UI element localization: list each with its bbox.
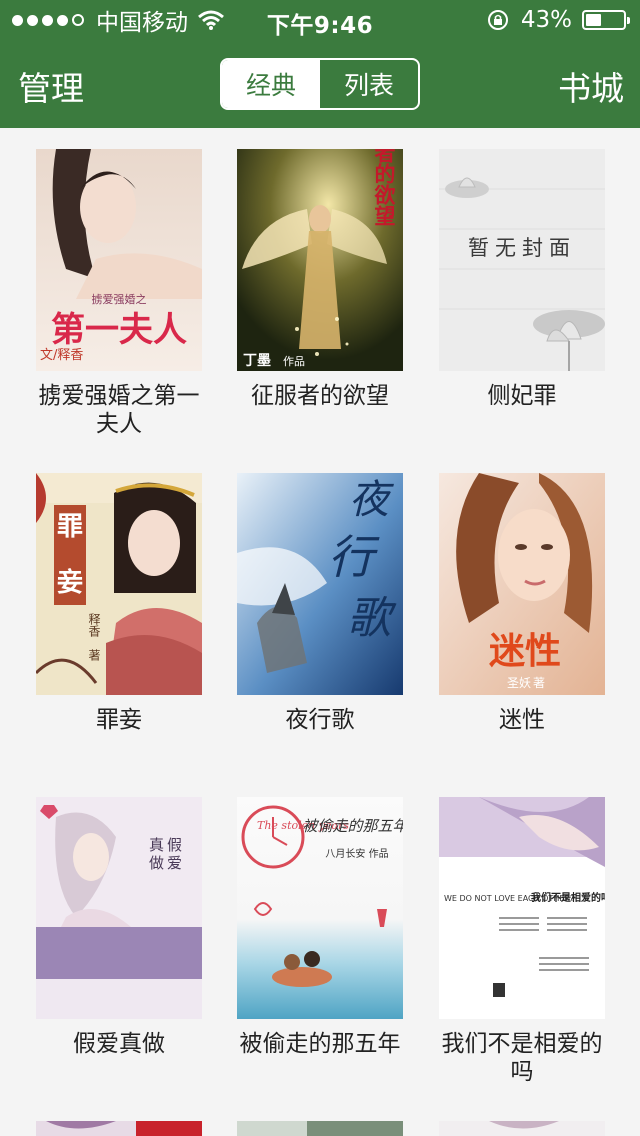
- book-cover[interactable]: WE DO NOT LOVE EACH OTHER？ 我们不是相爱的吗: [439, 797, 605, 1019]
- cover-text: 迷性: [489, 631, 561, 672]
- cover-text: 行: [328, 530, 380, 584]
- cover-text: 作品: [283, 355, 305, 368]
- cover-text: 夜: [349, 477, 394, 523]
- book-cover[interactable]: 迷性 圣妖 著: [439, 473, 605, 695]
- book-cover[interactable]: 征服者的欲望 丁墨 作品: [237, 149, 403, 371]
- cover-text: 文/释香: [40, 348, 83, 363]
- book-title[interactable]: 侧妃罪: [434, 382, 610, 410]
- cover-text: 第一夫人: [51, 310, 187, 350]
- book-cover[interactable]: 夜 行 歌: [237, 473, 403, 695]
- cover-text: 罪: [57, 512, 83, 542]
- book-cover-partial[interactable]: [36, 1121, 202, 1136]
- book-title[interactable]: 假爱真做: [31, 1030, 207, 1058]
- bookstore-button[interactable]: 书城: [558, 62, 624, 110]
- cover-text: 八月长安 作品: [325, 847, 388, 860]
- book-title[interactable]: 罪妾: [31, 706, 207, 734]
- book-title[interactable]: 迷性: [434, 706, 610, 734]
- cover-text: 掳爱强婚之: [92, 292, 147, 306]
- book-title[interactable]: 我们不是相爱的吗: [434, 1030, 610, 1086]
- cover-text: 被偷走的那五年: [302, 817, 403, 835]
- rotation-lock-icon: [487, 10, 508, 30]
- cover-text: 妾: [57, 567, 83, 598]
- cover-text: 做: [147, 855, 165, 870]
- cover-text: 征服者的欲望: [372, 149, 397, 226]
- cover-text: 著: [533, 676, 545, 690]
- battery-percent: 43%: [520, 7, 572, 33]
- cover-text: 歌: [347, 593, 397, 644]
- book-cover[interactable]: 掳爱强婚之 第一夫人 文/释香: [36, 149, 202, 371]
- cover-text: 我们不是相爱的吗: [531, 891, 605, 904]
- book-title[interactable]: 征服者的欲望: [232, 382, 408, 410]
- book-cover-partial[interactable]: [237, 1121, 403, 1136]
- book-cover[interactable]: The stolen years 被偷走的那五年 八月长安 作品: [237, 797, 403, 1019]
- cover-text: 真: [147, 836, 165, 852]
- cover-text: 著: [87, 649, 101, 662]
- view-mode-segmented-control: 经典 列表: [220, 58, 420, 110]
- book-title[interactable]: 掳爱强婚之第一夫人: [31, 382, 207, 438]
- status-right: 43%: [487, 6, 630, 34]
- cover-text: 假: [165, 837, 183, 852]
- cover-text: 暂无封面: [468, 236, 576, 260]
- segment-list[interactable]: 列表: [320, 60, 418, 108]
- manage-button[interactable]: 管理: [18, 62, 84, 110]
- navigation-bar: 中国移动 下午9:46 43% 管理 经典 列表 书城: [0, 0, 640, 128]
- cover-text: 释香: [87, 613, 101, 638]
- cover-text: 爱: [165, 855, 183, 870]
- segment-classic[interactable]: 经典: [222, 60, 320, 108]
- cover-text: 圣妖: [507, 676, 531, 690]
- book-cover[interactable]: 暂无封面: [439, 149, 605, 371]
- book-cover-partial[interactable]: [439, 1121, 605, 1136]
- book-cover[interactable]: 真 做 假 爱: [36, 797, 202, 1019]
- status-bar: 中国移动 下午9:46 43%: [0, 0, 640, 40]
- cover-text: 丁墨: [243, 353, 271, 369]
- book-cover[interactable]: 罪 妾 释香 著: [36, 473, 202, 695]
- book-title[interactable]: 夜行歌: [232, 706, 408, 734]
- book-title[interactable]: 被偷走的那五年: [232, 1030, 408, 1058]
- battery-icon: [582, 10, 630, 30]
